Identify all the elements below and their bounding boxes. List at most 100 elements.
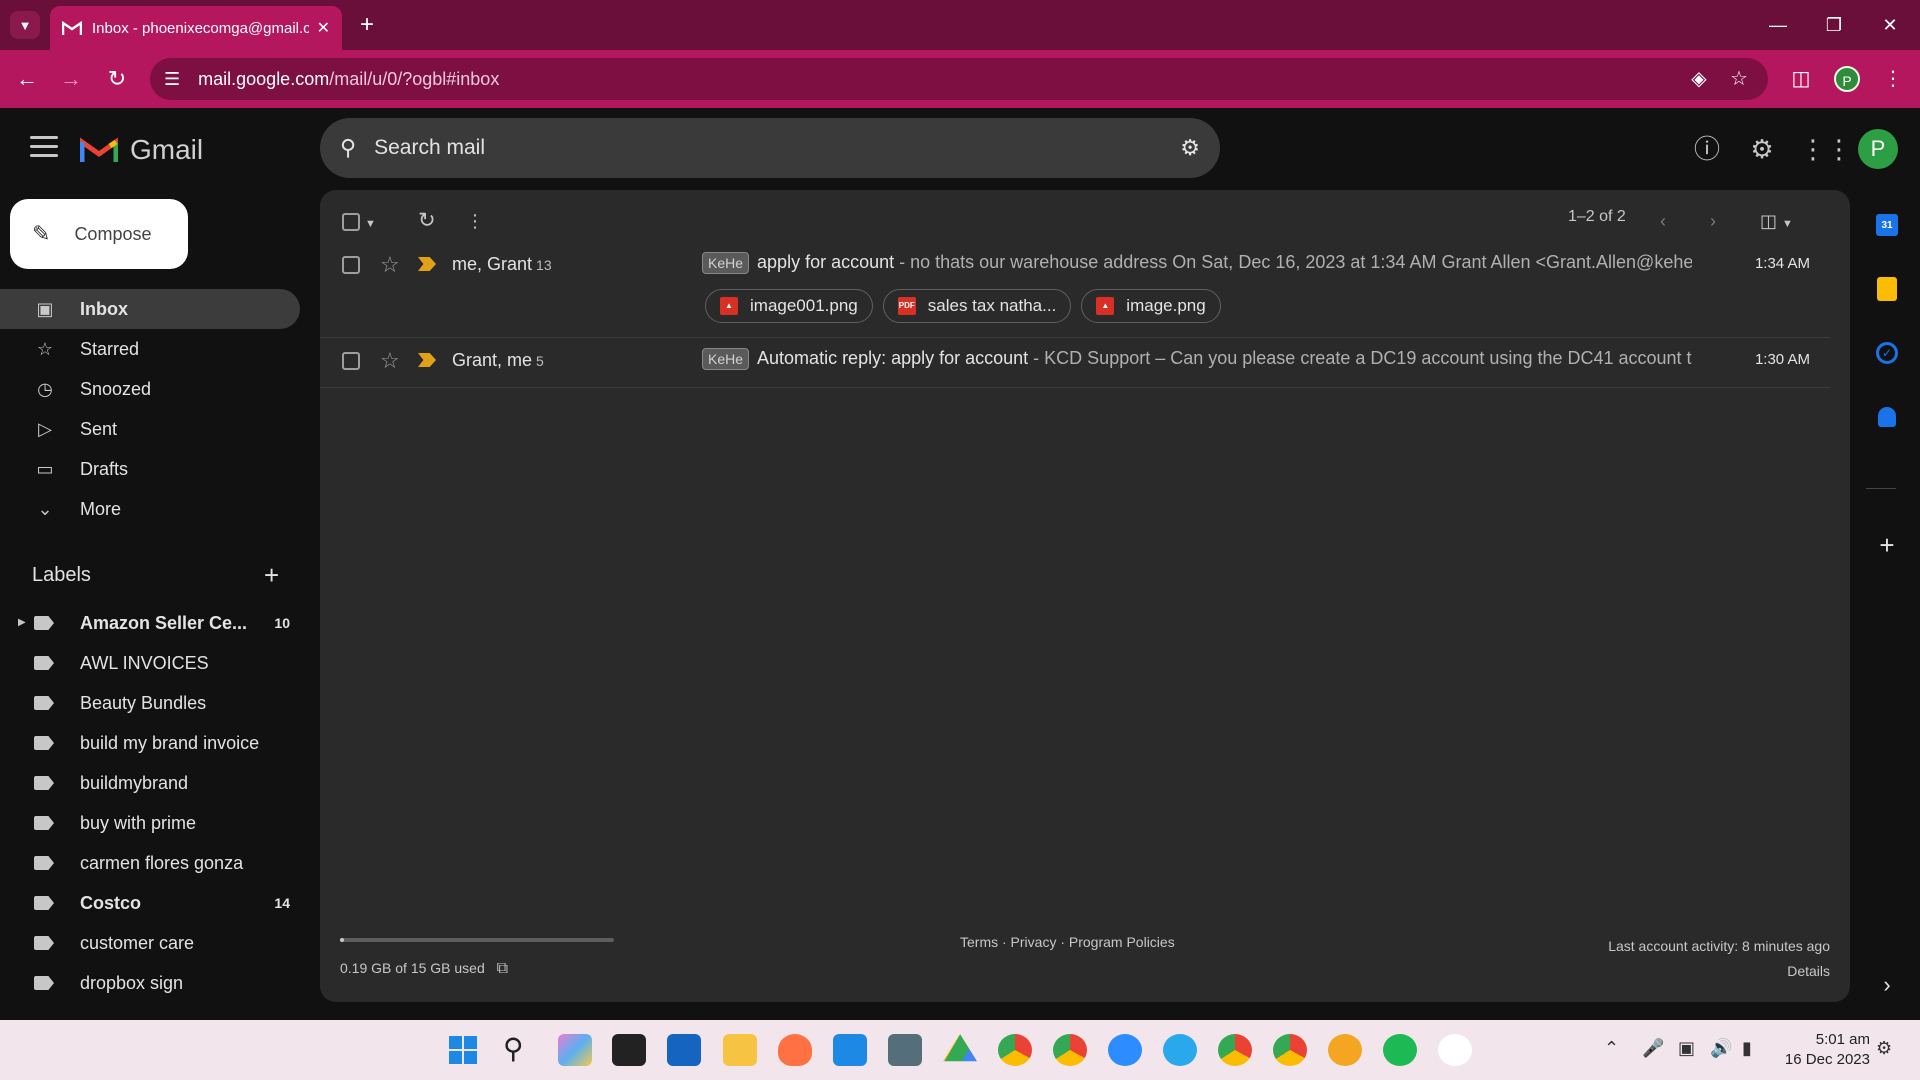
add-label-button[interactable]: +: [264, 560, 279, 591]
flame-app-icon[interactable]: [778, 1034, 812, 1066]
label-item[interactable]: Beauty Bundles: [0, 684, 300, 722]
task-view-icon[interactable]: [612, 1034, 646, 1066]
select-all-checkbox[interactable]: ▼: [342, 206, 376, 236]
burger-app-icon[interactable]: [1328, 1034, 1362, 1066]
get-addons-icon[interactable]: +: [1872, 530, 1902, 560]
volume-icon[interactable]: 🔊: [1710, 1038, 1732, 1059]
label-item[interactable]: buy with prime: [0, 804, 300, 842]
notifications-icon[interactable]: ⚙: [1876, 1038, 1892, 1059]
label-icon: [34, 736, 54, 750]
attachment-chip[interactable]: ▲ image.png: [1081, 289, 1221, 323]
older-page-icon[interactable]: ›: [1710, 206, 1716, 236]
label-item[interactable]: dropbox sign: [0, 964, 300, 1002]
site-info-icon[interactable]: ☰: [164, 69, 180, 90]
restore-button[interactable]: ❐: [1806, 8, 1862, 42]
label-item[interactable]: build my brand invoice: [0, 724, 300, 762]
label-item[interactable]: customer care: [0, 924, 300, 962]
forward-button[interactable]: →: [56, 64, 86, 94]
minimize-button[interactable]: —: [1750, 8, 1806, 42]
email-row[interactable]: ☆ Grant, me 5 KeHe Automatic reply: apply …: [320, 338, 1830, 388]
split-pane-toggle-icon[interactable]: ◫ ▼: [1760, 206, 1793, 236]
contacts-icon[interactable]: [1872, 402, 1902, 432]
nav-sent[interactable]: ▷ Sent: [0, 409, 300, 449]
caret-down-icon[interactable]: ▼: [365, 218, 376, 230]
close-window-button[interactable]: ✕: [1862, 8, 1918, 42]
taskbar-clock[interactable]: 5:01 am 16 Dec 2023: [1780, 1030, 1870, 1070]
show-side-panel-icon[interactable]: ›: [1872, 970, 1902, 1000]
side-panel-icon[interactable]: ◫: [1786, 64, 1816, 94]
more-options-icon[interactable]: ⋮: [466, 206, 484, 236]
browser-profile-avatar[interactable]: P: [1834, 66, 1860, 92]
microphone-icon[interactable]: 🎤: [1642, 1038, 1664, 1059]
bookmark-star-icon[interactable]: ☆: [1724, 64, 1754, 94]
newer-page-icon[interactable]: ‹: [1660, 206, 1666, 236]
back-button[interactable]: ←: [12, 64, 42, 94]
chrome-active-icon[interactable]: [1218, 1034, 1252, 1066]
label-icon: [34, 936, 54, 950]
search-icon[interactable]: ⚲: [340, 135, 356, 161]
refresh-icon[interactable]: ↻: [418, 206, 436, 236]
start-windows-icon[interactable]: [447, 1034, 481, 1066]
reload-button[interactable]: ↻: [102, 64, 132, 94]
footer-links[interactable]: Terms · Privacy · Program Policies: [960, 934, 1175, 950]
important-marker-icon[interactable]: [418, 257, 436, 271]
zoom-icon[interactable]: [1108, 1034, 1142, 1066]
details-link[interactable]: Details: [1608, 959, 1830, 984]
extension-icon[interactable]: ◈: [1684, 64, 1714, 94]
new-tab-button[interactable]: +: [352, 10, 382, 40]
search-options-icon[interactable]: ⚙: [1180, 135, 1200, 161]
main-menu-icon[interactable]: [30, 136, 58, 160]
calendar-icon[interactable]: 31: [1872, 210, 1902, 240]
browser-menu-icon[interactable]: ⋮: [1878, 64, 1908, 94]
calculator-icon[interactable]: [888, 1034, 922, 1066]
label-item[interactable]: carmen flores gonza: [0, 844, 300, 882]
store-icon[interactable]: [667, 1034, 701, 1066]
account-avatar[interactable]: P: [1858, 129, 1898, 169]
nav-starred[interactable]: ☆ Starred: [0, 329, 300, 369]
label-item[interactable]: AWL INVOICES: [0, 644, 300, 682]
key-app-icon[interactable]: [1438, 1034, 1472, 1066]
external-link-icon[interactable]: ⧉: [497, 960, 508, 977]
keep-icon[interactable]: [1872, 274, 1902, 304]
chrome-icon[interactable]: [1053, 1034, 1087, 1066]
tasks-icon[interactable]: ✓: [1872, 338, 1902, 368]
attachment-chip[interactable]: ▲ image001.png: [705, 289, 873, 323]
chrome-icon[interactable]: [998, 1034, 1032, 1066]
attachment-chip[interactable]: PDF sales tax natha...: [882, 289, 1072, 323]
star-icon[interactable]: ☆: [380, 348, 400, 374]
tab-search-button[interactable]: ▼: [10, 11, 40, 39]
row-checkbox[interactable]: [342, 256, 360, 274]
label-item[interactable]: buildmybrand: [0, 764, 300, 802]
important-marker-icon[interactable]: [418, 353, 436, 367]
email-row[interactable]: ☆ me, Grant 13 KeHe apply for account - no…: [320, 242, 1830, 338]
compose-button[interactable]: ✎ Compose: [10, 199, 188, 269]
address-bar[interactable]: ☰ mail.google.com/mail/u/0/?ogbl#inbox: [150, 58, 1768, 100]
row-checkbox[interactable]: [342, 352, 360, 370]
help-icon[interactable]: ⓘ: [1690, 132, 1724, 166]
spotify-icon[interactable]: [1383, 1034, 1417, 1066]
browser-tab-gmail[interactable]: Inbox - phoenixecomga@gmail.com ✕: [50, 6, 342, 50]
label-item[interactable]: Amazon Seller Ce... 10: [0, 604, 300, 642]
show-hidden-icons-chevron-up-icon[interactable]: ⌃: [1604, 1038, 1619, 1059]
apps-grid-icon[interactable]: ⋮⋮: [1800, 132, 1852, 166]
nav-snoozed[interactable]: ◷ Snoozed: [0, 369, 300, 409]
notepad-icon[interactable]: [833, 1034, 867, 1066]
tab-close-icon[interactable]: ✕: [317, 18, 330, 38]
copilot-icon[interactable]: [558, 1034, 592, 1066]
file-explorer-icon[interactable]: [723, 1034, 757, 1066]
search-input[interactable]: [374, 136, 1181, 160]
battery-icon[interactable]: ▮: [1742, 1038, 1752, 1059]
google-drive-icon[interactable]: [943, 1034, 977, 1062]
label-item[interactable]: Costco 14: [0, 884, 300, 922]
telegram-icon[interactable]: [1163, 1034, 1197, 1066]
nav-drafts[interactable]: ▭ Drafts: [0, 449, 300, 489]
search-bar[interactable]: ⚲ ⚙: [320, 118, 1220, 178]
gmail-logo[interactable]: Gmail: [80, 134, 203, 166]
network-icon[interactable]: ▣: [1678, 1038, 1695, 1059]
chrome-icon[interactable]: [1273, 1034, 1307, 1066]
star-icon[interactable]: ☆: [380, 252, 400, 278]
nav-more[interactable]: ⌄ More: [0, 489, 300, 529]
nav-inbox[interactable]: ▣ Inbox: [0, 289, 300, 329]
search-icon[interactable]: ⚲: [503, 1034, 537, 1066]
settings-gear-icon[interactable]: ⚙: [1745, 132, 1779, 166]
